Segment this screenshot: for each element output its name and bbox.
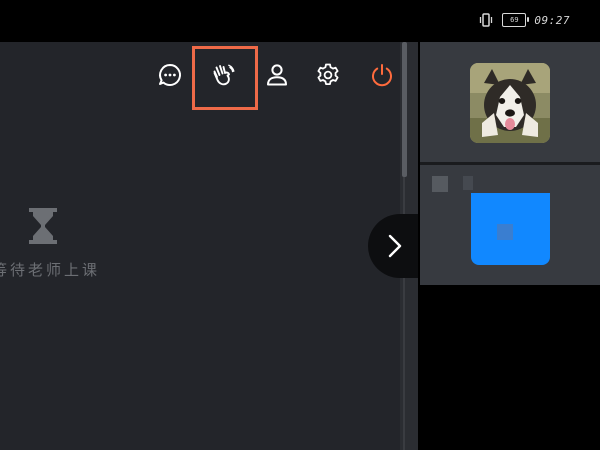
avatar bbox=[470, 63, 550, 143]
chevron-right-icon bbox=[388, 234, 402, 258]
power-button[interactable] bbox=[364, 57, 400, 93]
pixelated-placeholder bbox=[463, 176, 473, 190]
settings-button[interactable] bbox=[310, 57, 346, 93]
gear-icon bbox=[317, 63, 339, 85]
highlight-box bbox=[192, 46, 258, 110]
pixelated-placeholder bbox=[497, 224, 513, 240]
pixelated-placeholder bbox=[432, 176, 448, 192]
chat-button[interactable] bbox=[152, 57, 188, 93]
scrollbar-thumb[interactable] bbox=[402, 42, 407, 177]
vibrate-icon bbox=[478, 12, 494, 28]
user-button[interactable] bbox=[259, 57, 295, 93]
chat-bubble-icon bbox=[159, 64, 181, 86]
status-indicators: 69 09:27 bbox=[478, 12, 570, 28]
waiting-for-teacher-text: 等待老师上课 bbox=[0, 261, 101, 279]
empty-panel-area bbox=[420, 285, 600, 450]
dog-avatar-icon bbox=[470, 63, 550, 143]
battery-level: 69 bbox=[510, 16, 519, 24]
classroom-toolbar bbox=[150, 55, 400, 95]
power-icon bbox=[372, 64, 392, 87]
user-icon bbox=[267, 64, 287, 86]
app-screen: 69 09:27 等待老师上课 bbox=[0, 0, 600, 450]
status-bar: 69 09:27 bbox=[0, 0, 600, 42]
status-time: 09:27 bbox=[534, 13, 570, 27]
hourglass-icon bbox=[26, 206, 60, 246]
battery-icon: 69 bbox=[502, 13, 530, 27]
